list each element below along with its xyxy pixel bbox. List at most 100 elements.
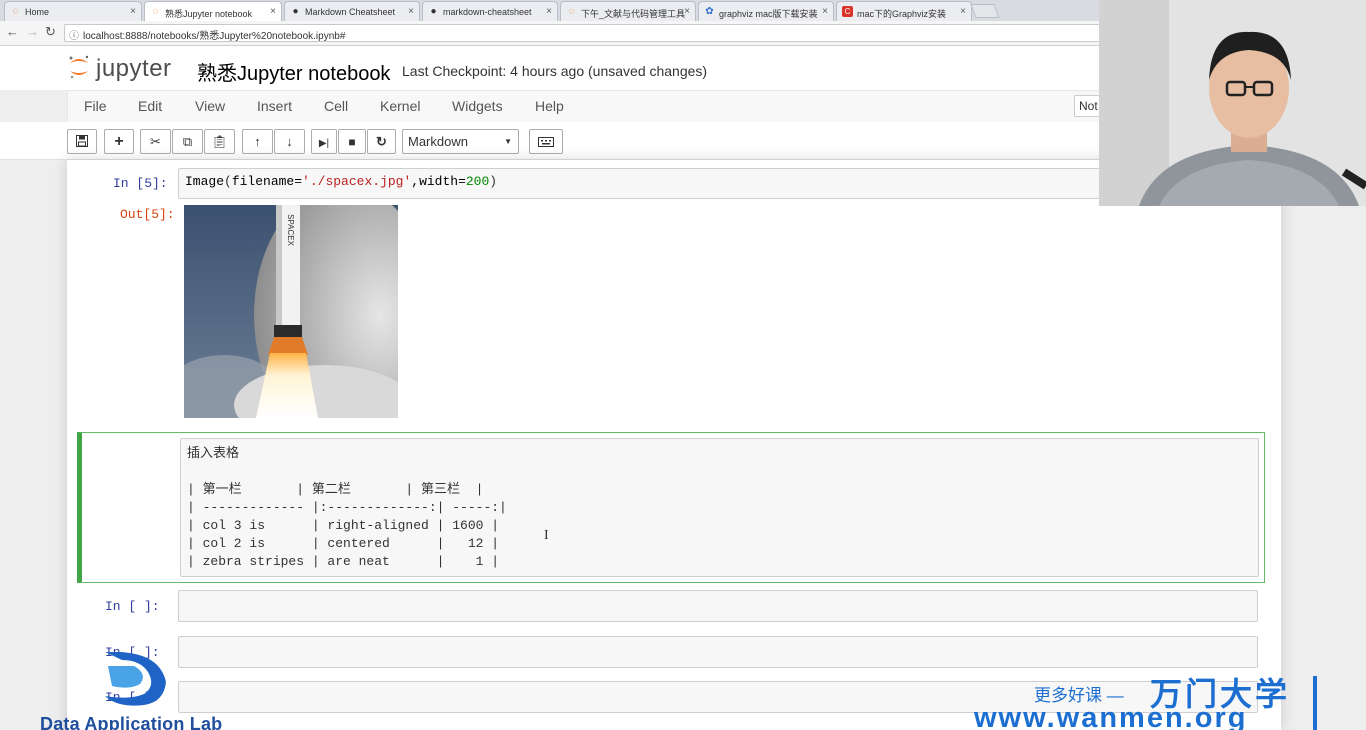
close-icon[interactable]: × (130, 6, 136, 17)
paste-icon: 📋︎ (211, 134, 228, 149)
caret-down-icon: ▼ (504, 137, 512, 146)
stop-icon: ■ (348, 135, 356, 149)
markdown-table-line: | 第一栏 | 第二栏 | 第三栏 | (187, 482, 484, 497)
menu-cell[interactable]: Cell (324, 98, 348, 114)
markdown-table-line: | zebra stripes | are neat | 1 | (187, 554, 500, 569)
tab-title: markdown-cheatsheet (443, 7, 532, 17)
menu-widgets[interactable]: Widgets (452, 98, 503, 114)
new-tab-button[interactable] (970, 4, 1000, 18)
close-icon[interactable]: × (684, 6, 690, 17)
browser-tab-literature[interactable]: ◌ 下午_文献与代码管理工具 × (560, 1, 696, 21)
arrow-up-icon: ↑ (254, 134, 261, 149)
keyboard-icon (538, 137, 554, 147)
insert-cell-button[interactable]: + (104, 129, 134, 154)
text-cursor-icon: I (544, 528, 549, 543)
github-icon: ● (430, 6, 437, 17)
run-cell-button[interactable]: ▶| (311, 129, 337, 154)
close-icon[interactable]: × (822, 6, 828, 17)
browser-tab-markdown-cheatsheet[interactable]: ● Markdown Cheatsheet × (284, 1, 420, 21)
cell-type-select[interactable]: Markdown ▼ (402, 129, 519, 154)
github-icon: ● (292, 6, 299, 17)
code-number: 200 (465, 174, 490, 189)
menu-help[interactable]: Help (535, 98, 564, 114)
markdown-table-line: | col 2 is | centered | 12 | (187, 536, 500, 551)
browser-tab-notebook[interactable]: ◌ 熟悉Jupyter notebook × (144, 1, 282, 21)
menu-insert[interactable]: Insert (257, 98, 292, 114)
url-field[interactable]: ⓘ localhost:8888/notebooks/熟悉Jupyter%20n… (64, 24, 1104, 42)
plus-icon: + (114, 133, 124, 150)
notebook-toolbar: + ✂ ⧉ 📋︎ ↑ ↓ ▶| ■ ↻ Markdown ▼ (0, 122, 1100, 160)
cut-button[interactable]: ✂ (140, 129, 171, 154)
notebook-name[interactable]: 熟悉Jupyter notebook (197, 57, 390, 86)
menu-edit[interactable]: Edit (138, 98, 162, 114)
jupyter-logo-text[interactable]: jupyter (96, 55, 172, 83)
wanmen-url: www.wanmen.org (974, 702, 1248, 730)
interrupt-button[interactable]: ■ (338, 129, 366, 154)
menu-bar: File Edit View Insert Cell Kernel Widget… (67, 90, 1107, 122)
close-icon[interactable]: × (270, 6, 276, 17)
markdown-line: ​ (187, 463, 1252, 481)
code-keyword-2: ,width= (411, 174, 466, 189)
jupyter-icon: ◌ (12, 6, 19, 17)
code-cell-input[interactable]: Image(filename='./spacex.jpg',width=200) (178, 168, 1258, 199)
restart-icon: ↻ (376, 134, 387, 149)
code-string: './spacex.jpg' (302, 174, 412, 189)
close-icon[interactable]: × (960, 6, 966, 17)
code-function: Image (185, 174, 225, 189)
jupyter-icon: ◌ (152, 6, 159, 17)
move-up-button[interactable]: ↑ (242, 129, 273, 154)
browser-tab-markdown-cheatsheet-2[interactable]: ● markdown-cheatsheet × (422, 1, 558, 21)
empty-code-cell[interactable] (178, 636, 1258, 668)
arrow-down-icon: ↓ (286, 134, 293, 149)
input-prompt: In [ ]: (105, 599, 160, 614)
tab-title: mac下的Graphviz安装 (857, 9, 947, 19)
browser-tab-home[interactable]: ◌ Home × (4, 1, 142, 21)
markdown-cell-input[interactable]: 插入表格 ​| 第一栏 | 第二栏 | 第三栏 | | ------------- … (180, 438, 1259, 577)
output-prompt: Out[5]: (120, 207, 175, 222)
presenter-webcam (1099, 0, 1366, 206)
step-forward-icon: ▶| (318, 138, 330, 149)
markdown-table-line: | ------------- |:-------------:| -----:… (187, 500, 507, 515)
tab-title: graphviz mac版下载安装 (719, 9, 818, 19)
data-application-lab-text: Data Application Lab (40, 714, 223, 730)
move-down-button[interactable]: ↓ (274, 129, 305, 154)
url-text: localhost:8888/notebooks/熟悉Jupyter%20not… (83, 31, 346, 42)
paste-button[interactable]: 📋︎ (204, 129, 235, 154)
tab-title: 熟悉Jupyter notebook (165, 9, 253, 19)
menu-view[interactable]: View (195, 98, 225, 114)
svg-text:SPACEX: SPACEX (286, 214, 295, 247)
baidu-icon: ✿ (705, 6, 714, 17)
close-icon[interactable]: × (546, 6, 552, 17)
tab-title: Home (25, 7, 50, 17)
save-button[interactable] (67, 129, 97, 154)
input-prompt: In [5]: (113, 176, 168, 191)
forward-icon[interactable]: → (26, 24, 39, 39)
markdown-table-line: | col 3 is | right-aligned | 1600 | (187, 518, 500, 533)
reload-icon[interactable]: ↻ (45, 24, 56, 40)
browser-tab-graphviz[interactable]: ✿ graphviz mac版下载安装 × (698, 1, 834, 21)
data-application-lab-logo (105, 652, 166, 706)
command-palette-button[interactable] (529, 129, 563, 154)
checkpoint-status: Last Checkpoint: 4 hours ago (unsaved ch… (402, 63, 708, 79)
copy-button[interactable]: ⧉ (172, 129, 203, 154)
tab-title: 下午_文献与代码管理工具 (581, 9, 686, 19)
jupyter-icon: ◌ (568, 6, 575, 17)
code-keyword: filename= (231, 174, 303, 189)
menu-file[interactable]: File (84, 98, 107, 114)
menu-kernel[interactable]: Kernel (380, 98, 420, 114)
empty-code-cell[interactable] (178, 590, 1258, 622)
jupyter-logo-icon[interactable] (68, 54, 90, 80)
back-icon[interactable]: ← (6, 24, 19, 39)
watermark-bar (1313, 676, 1317, 730)
browser-tab-graphviz-csdn[interactable]: C mac下的Graphviz安装 × (836, 1, 972, 21)
csdn-icon: C (842, 6, 853, 17)
tab-title: Markdown Cheatsheet (305, 7, 396, 17)
close-icon[interactable]: × (408, 6, 414, 17)
copy-icon: ⧉ (182, 134, 193, 149)
info-icon: ⓘ (69, 31, 79, 42)
cell-type-value: Markdown (408, 134, 468, 149)
spacex-rocket-image: SPACEX (184, 205, 398, 418)
restart-button[interactable]: ↻ (367, 129, 396, 154)
save-icon (76, 135, 88, 147)
markdown-line: 插入表格 (187, 446, 240, 461)
